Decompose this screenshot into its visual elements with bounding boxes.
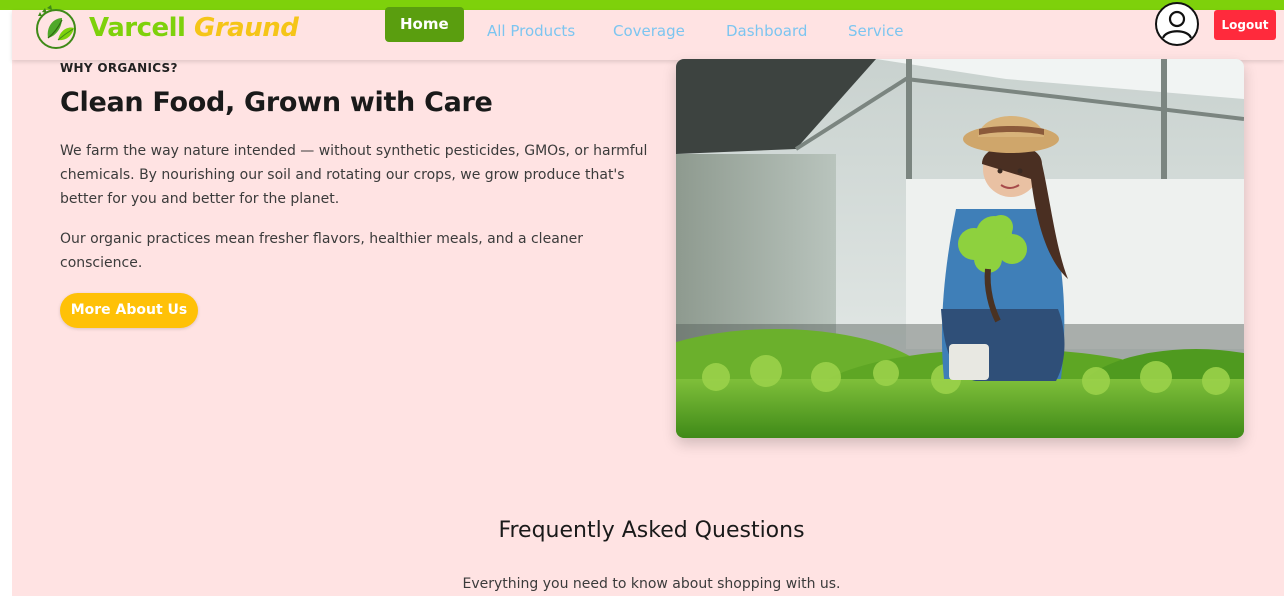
section-eyebrow: WHY ORGANICS?	[60, 61, 178, 75]
user-avatar-icon[interactable]	[1155, 2, 1199, 46]
hero-headline: Clean Food, Grown with Care	[60, 87, 493, 118]
hero-photo-greenhouse-farmer	[676, 59, 1244, 438]
nav-item-dashboard[interactable]: Dashboard	[726, 14, 807, 48]
hero-paragraph-1: We farm the way nature intended — withou…	[60, 143, 648, 207]
more-about-us-button[interactable]: More About Us	[60, 293, 198, 328]
nav-item-service[interactable]: Service	[848, 14, 903, 48]
nav-item-home[interactable]: Home	[385, 7, 464, 42]
logout-button[interactable]: Logout	[1214, 10, 1276, 40]
faq-title: Frequently Asked Questions	[498, 518, 805, 543]
brand-name[interactable]: Varcell Graund	[89, 13, 299, 43]
brand-name-word2: Graund	[194, 13, 299, 43]
nav-item-all-products[interactable]: All Products	[487, 14, 575, 48]
faq-subtitle: Everything you need to know about shoppi…	[462, 576, 841, 592]
hero-paragraph-2: Our organic practices mean fresher flavo…	[60, 231, 584, 271]
top-accent-strip	[0, 0, 1284, 10]
brand-logo-icon[interactable]	[32, 4, 82, 50]
nav-item-coverage[interactable]: Coverage	[613, 14, 685, 48]
brand-name-word1: Varcell	[89, 13, 186, 43]
